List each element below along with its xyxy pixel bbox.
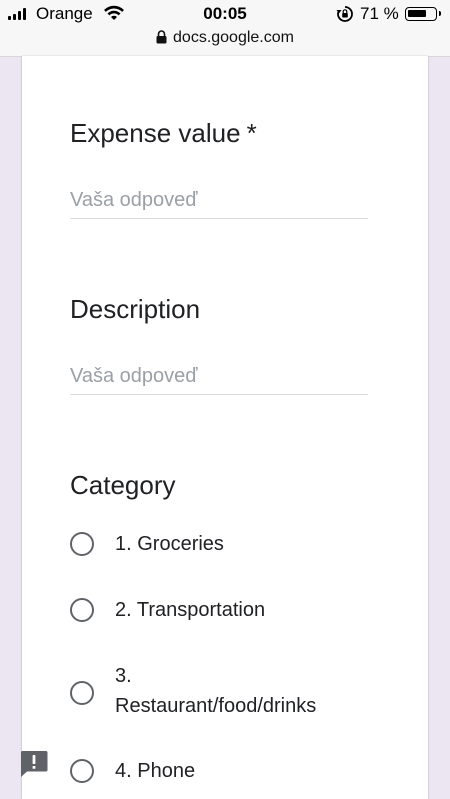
question-title-text: Expense value — [70, 118, 241, 148]
radio-button[interactable] — [70, 759, 94, 783]
option-label: 1. Groceries — [115, 533, 224, 555]
radio-button[interactable] — [70, 598, 94, 622]
option-label-line2: Restaurant/food/drinks — [115, 695, 317, 717]
battery-percent: 71 % — [360, 4, 399, 23]
option-label: 4. Phone — [115, 760, 196, 782]
option-label: 2. Transportation — [115, 599, 266, 621]
status-bar: Orange 00:05 71 % docs.google.com — [0, 0, 450, 57]
question-title-description: Description — [70, 294, 201, 324]
rotation-lock-icon — [336, 5, 354, 28]
radio-button[interactable] — [70, 532, 94, 556]
description-input[interactable] — [70, 358, 368, 395]
url-text: docs.google.com — [173, 29, 294, 46]
radio-button[interactable] — [70, 681, 94, 705]
lock-icon — [156, 30, 167, 49]
form-card: Expense value* Description Category 1. G… — [22, 56, 428, 799]
question-title-expense-value: Expense value * — [70, 118, 257, 149]
required-asterisk: * — [246, 118, 257, 148]
question-title-category: Category — [70, 470, 176, 500]
expense-value-input[interactable] — [70, 182, 368, 219]
address-bar[interactable]: docs.google.com — [0, 29, 450, 49]
battery-icon — [405, 7, 441, 21]
feedback-icon[interactable] — [19, 749, 49, 779]
option-label-line1: 3. — [115, 665, 132, 687]
